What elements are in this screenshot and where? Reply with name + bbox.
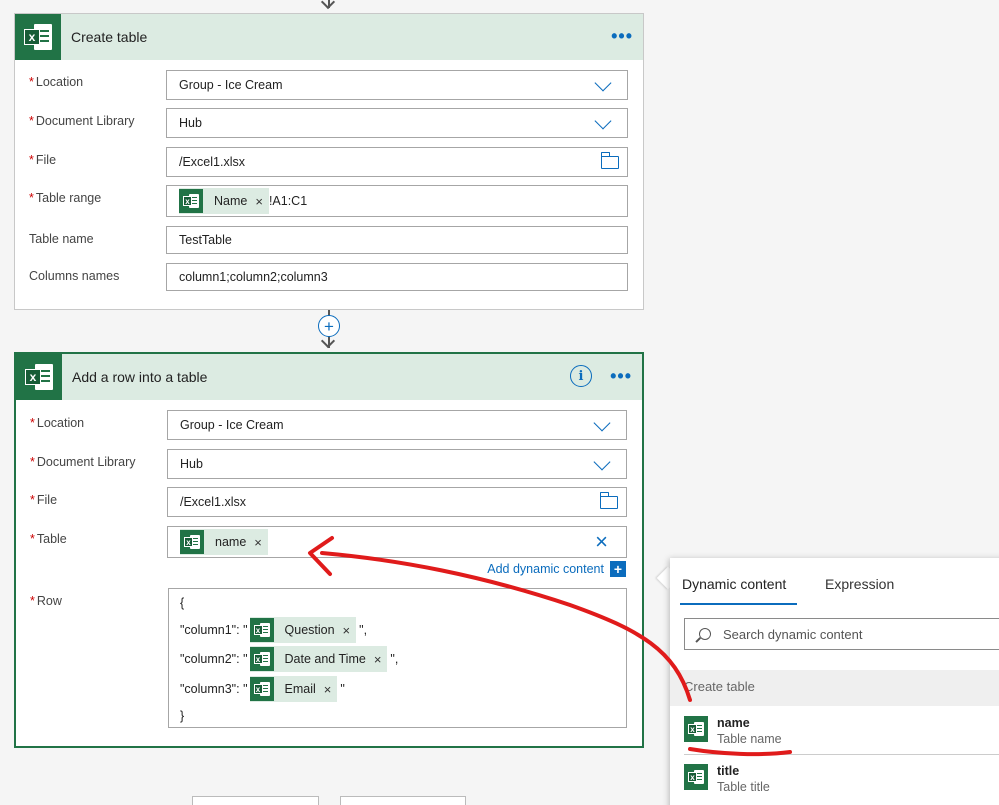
close-brace: } (180, 709, 185, 723)
folder-icon[interactable] (600, 152, 619, 169)
document-library-label: * Document Library (30, 455, 136, 469)
card-title: Add a row into a table (72, 369, 208, 385)
row-label: * Row (30, 594, 62, 608)
row-line-column1: "column1": " x Question × ", (180, 617, 367, 643)
excel-icon: x (179, 189, 203, 213)
remove-token-icon[interactable]: × (255, 194, 263, 209)
search-icon (699, 628, 711, 640)
excel-icon: x (15, 14, 61, 60)
excel-icon: x (684, 716, 708, 742)
remove-token-icon[interactable]: × (374, 652, 382, 667)
add-step-icon[interactable]: + (318, 315, 340, 337)
row-line-column3: "column3": " x Email × " (180, 676, 345, 702)
list-item[interactable]: x title Table title (670, 756, 999, 802)
dynamic-content-panel[interactable]: Dynamic content Expression Search dynami… (670, 558, 999, 805)
dynamic-token[interactable]: x name × (180, 529, 268, 555)
table-input[interactable]: x name × × (167, 526, 627, 558)
excel-icon: x (16, 354, 62, 400)
table-name-label: Table name (29, 232, 94, 246)
excel-icon: x (684, 764, 708, 790)
excel-icon: x (180, 530, 204, 554)
create-table-card[interactable]: x Create table ••• * Location Group - Ice… (14, 13, 644, 310)
divider (684, 754, 999, 755)
file-input[interactable]: /Excel1.xlsx (166, 147, 628, 177)
add-dynamic-content-link[interactable]: Add dynamic content + (487, 561, 626, 577)
tab-expression[interactable]: Expression (825, 576, 894, 592)
folder-icon[interactable] (599, 492, 618, 509)
create-table-header[interactable]: x Create table ••• (15, 14, 643, 60)
dynamic-token[interactable]: x Question × (249, 617, 357, 643)
list-item[interactable]: x name Table name (670, 708, 999, 754)
plus-icon: + (610, 561, 626, 577)
chevron-down-icon[interactable] (594, 112, 612, 130)
info-icon[interactable]: i (570, 365, 592, 387)
card-title: Create table (71, 29, 148, 45)
location-dropdown[interactable]: Group - Ice Cream (167, 410, 627, 440)
dynamic-token[interactable]: x Name × (179, 188, 269, 214)
columns-names-label: Columns names (29, 269, 120, 283)
location-dropdown[interactable]: Group - Ice Cream (166, 70, 628, 100)
tab-dynamic-content[interactable]: Dynamic content (682, 576, 786, 592)
remove-token-icon[interactable]: × (324, 682, 332, 697)
bottom-button-right[interactable] (340, 796, 466, 805)
document-library-dropdown[interactable]: Hub (166, 108, 628, 138)
connector-top-arrow (320, 0, 336, 10)
file-label: * File (30, 493, 58, 507)
search-dynamic-content-input[interactable]: Search dynamic content (684, 618, 999, 650)
remove-token-icon[interactable]: × (254, 535, 262, 550)
excel-icon: x (249, 647, 274, 671)
chevron-down-icon[interactable] (593, 414, 611, 432)
remove-token-icon[interactable]: × (343, 623, 351, 638)
chevron-down-icon[interactable] (594, 74, 612, 92)
open-brace: { (180, 596, 185, 610)
row-json-input[interactable]: { "column1": " x Question × ", "column2"… (168, 588, 627, 728)
dynamic-token[interactable]: x Date and Time × (249, 646, 388, 672)
section-header: Create table (670, 670, 999, 706)
excel-icon: x (249, 618, 274, 642)
document-library-label: * Document Library (29, 114, 135, 128)
file-input[interactable]: /Excel1.xlsx (167, 487, 627, 517)
clear-icon[interactable]: × (595, 529, 608, 555)
location-label: * Location (30, 416, 85, 430)
add-row-card[interactable]: x Add a row into a table i ••• * Location… (14, 352, 644, 748)
table-range-input[interactable]: x Name × !A1:C1 (166, 185, 628, 217)
row-line-column2: "column2": " x Date and Time × ", (180, 646, 398, 672)
table-range-label: * Table range (29, 191, 102, 205)
location-label: * Location (29, 75, 84, 89)
add-row-header[interactable]: x Add a row into a table i ••• (16, 354, 642, 400)
table-name-input[interactable]: TestTable (166, 226, 628, 254)
dynamic-token[interactable]: x Email × (249, 676, 338, 702)
more-options-icon[interactable]: ••• (610, 366, 632, 387)
selected-tab-indicator (680, 603, 797, 605)
excel-icon: x (249, 677, 274, 701)
chevron-down-icon[interactable] (593, 453, 611, 471)
file-label: * File (29, 153, 57, 167)
document-library-dropdown[interactable]: Hub (167, 449, 627, 479)
columns-names-input[interactable]: column1;column2;column3 (166, 263, 628, 291)
table-label: * Table (30, 532, 67, 546)
bottom-button-left[interactable] (192, 796, 319, 805)
more-options-icon[interactable]: ••• (611, 26, 633, 47)
